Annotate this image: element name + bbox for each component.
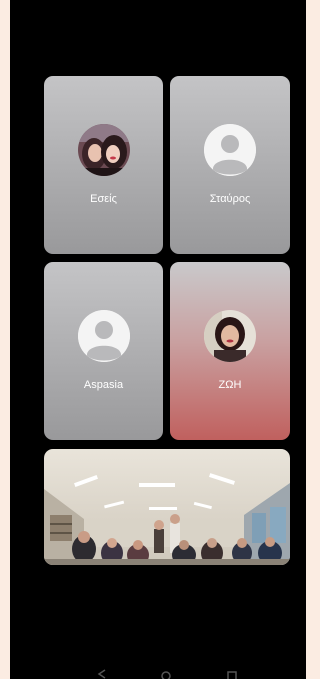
participant-name: Εσείς xyxy=(90,193,117,205)
photo-woman-icon xyxy=(204,310,256,362)
participant-tile-stavros[interactable]: Σταύρος xyxy=(170,76,290,254)
participant-name: Aspasia xyxy=(83,379,124,391)
back-icon[interactable] xyxy=(92,667,112,679)
home-icon[interactable] xyxy=(156,667,176,679)
video-feed[interactable] xyxy=(44,449,290,565)
call-screen: Εσείς Σταύρος Aspasia ΖΩΗ xyxy=(10,0,306,679)
participant-tile-zoi[interactable]: ΖΩΗ xyxy=(170,262,290,440)
participant-name: ΖΩΗ xyxy=(218,379,242,391)
recents-icon[interactable] xyxy=(222,667,242,679)
navigation-bar xyxy=(10,665,306,679)
person-icon xyxy=(204,124,256,176)
photo-two-people-icon xyxy=(77,124,130,176)
person-icon xyxy=(77,310,130,362)
status-bar xyxy=(10,0,306,16)
participant-name: Σταύρος xyxy=(209,193,251,205)
participant-tile-aspasia[interactable]: Aspasia xyxy=(44,262,163,440)
participant-tile-you[interactable]: Εσείς xyxy=(44,76,163,254)
